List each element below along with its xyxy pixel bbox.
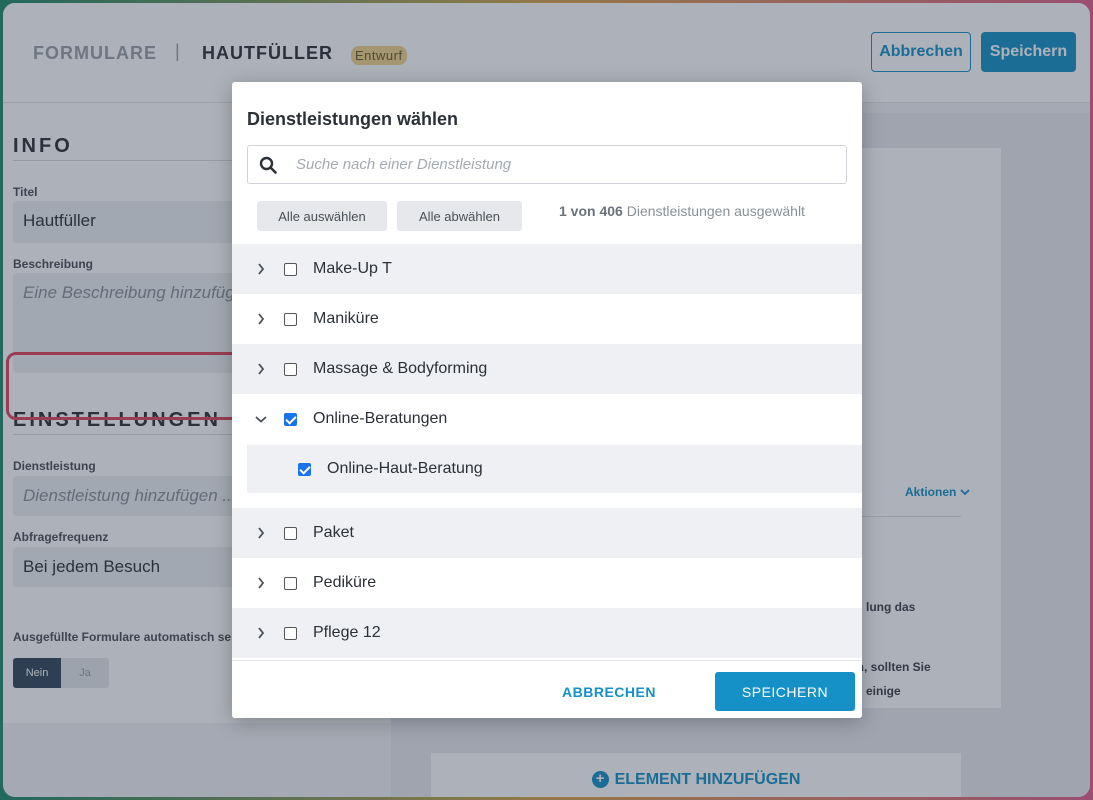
list-item[interactable]: Make-Up T [232, 244, 862, 294]
item-label: Paket [313, 524, 354, 541]
list-subitem[interactable]: Online-Haut-Beratung [247, 445, 862, 493]
dialog-footer: ABBRECHEN SPEICHERN [232, 660, 862, 718]
item-checkbox[interactable] [284, 362, 297, 376]
select-all-button[interactable]: Alle auswählen [257, 201, 387, 231]
chevron-right-icon[interactable] [254, 576, 268, 590]
item-checkbox[interactable] [284, 576, 297, 590]
deselect-all-button[interactable]: Alle abwählen [397, 201, 522, 231]
item-label: Maniküre [313, 310, 379, 327]
search-input[interactable] [296, 156, 836, 173]
dialog-cancel-button[interactable]: ABBRECHEN [562, 684, 656, 700]
item-label: Pflege 12 [313, 624, 381, 641]
chevron-right-icon[interactable] [254, 362, 268, 376]
item-checkbox[interactable] [284, 626, 297, 640]
list-item[interactable]: Pediküre [232, 558, 862, 608]
dialog-title: Dienstleistungen wählen [247, 109, 459, 129]
service-picker-dialog: Dienstleistungen wählen Alle auswählen A… [232, 82, 862, 718]
chevron-down-icon[interactable] [254, 412, 268, 426]
item-label: Pediküre [313, 574, 377, 591]
subitem-label: Online-Haut-Beratung [327, 460, 483, 477]
search-box[interactable] [247, 145, 847, 184]
chevron-right-icon[interactable] [254, 626, 268, 640]
list-item[interactable]: Pflege 12 [232, 608, 862, 658]
list-item[interactable]: Maniküre [232, 294, 862, 344]
item-checkbox[interactable] [284, 526, 297, 540]
chevron-right-icon[interactable] [254, 526, 268, 540]
item-checkbox[interactable] [284, 312, 297, 326]
search-icon [248, 156, 288, 174]
list-item[interactable]: Paket [232, 508, 862, 558]
item-checkbox[interactable] [284, 262, 297, 276]
item-checkbox-checked[interactable] [284, 412, 297, 426]
subitem-checkbox-checked[interactable] [298, 462, 311, 476]
list-item[interactable]: Massage & Bodyforming [232, 344, 862, 394]
selection-count: 1 von 406 Dienstleistungen ausgewählt [559, 203, 805, 219]
chevron-right-icon[interactable] [254, 312, 268, 326]
dialog-save-button[interactable]: SPEICHERN [715, 672, 855, 711]
item-label: Make-Up T [313, 260, 392, 277]
service-list: Make-Up T Maniküre Massage & Bodyforming… [232, 244, 862, 658]
item-label: Online-Beratungen [313, 410, 448, 427]
chevron-right-icon[interactable] [254, 262, 268, 276]
list-item[interactable]: Online-Beratungen [232, 394, 862, 444]
item-label: Massage & Bodyforming [313, 360, 488, 377]
